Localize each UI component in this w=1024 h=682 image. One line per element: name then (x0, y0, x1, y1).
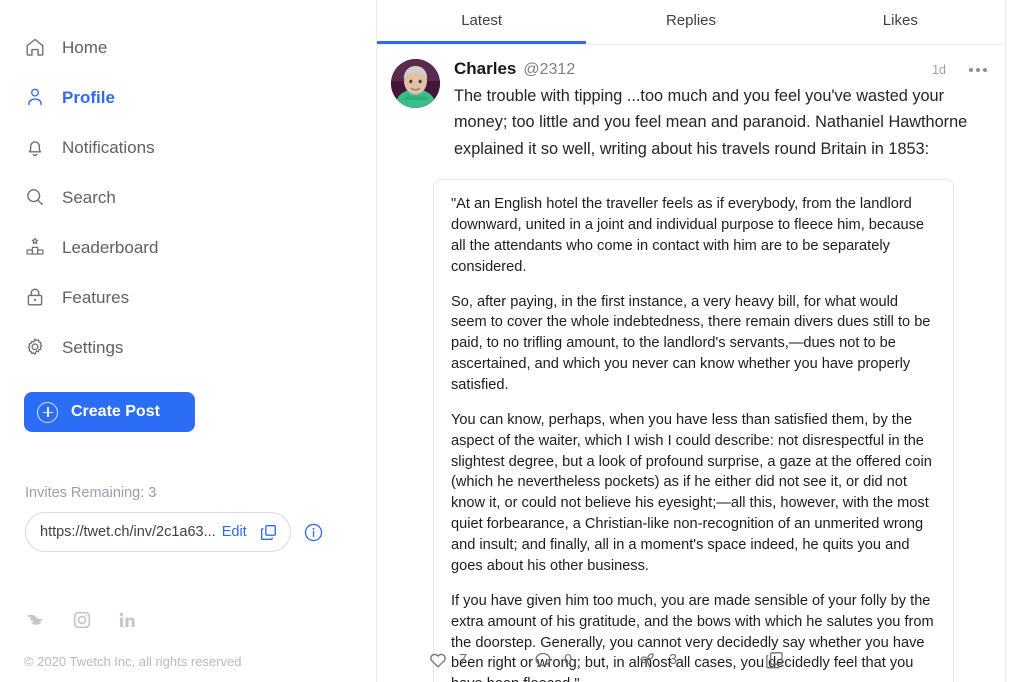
quote-paragraph: So, after paying, in the first instance,… (451, 293, 931, 394)
quote-paragraph: You can know, perhaps, when you have les… (451, 411, 932, 574)
author-handle[interactable]: @2312 (523, 61, 575, 79)
post-header: Charles @2312 1d The trouble with tippin… (391, 59, 987, 162)
sidebar-item-label: Home (62, 37, 108, 57)
bell-icon (24, 136, 46, 158)
create-post-button[interactable]: Create Post (24, 392, 195, 432)
sidebar-nav: Home Profile Notifications Search Leader… (0, 22, 376, 372)
post: Charles @2312 1d The trouble with tippin… (377, 45, 1005, 682)
tab-label: Replies (665, 11, 716, 29)
invite-link-url: https://twet.ch/inv/2c1a63... (40, 524, 216, 540)
invite-edit-button[interactable]: Edit (222, 524, 247, 540)
quote-paragraph: "At an English hotel the traveller feels… (451, 196, 924, 275)
feed-tabs: Latest Replies Likes (377, 0, 1005, 45)
invite-link-row: https://twet.ch/inv/2c1a63... Edit (25, 512, 324, 552)
linkedin-icon[interactable] (117, 610, 137, 630)
invites-remaining-label: Invites Remaining: 3 (25, 485, 157, 501)
author-name[interactable]: Charles (454, 59, 516, 79)
app-root: Home Profile Notifications Search Leader… (0, 0, 1024, 682)
sidebar-item-features[interactable]: Features (0, 272, 376, 322)
sidebar-item-notifications[interactable]: Notifications (0, 122, 376, 172)
user-icon (24, 86, 46, 108)
sidebar-item-label: Notifications (62, 137, 155, 157)
branch-count: 3 (669, 652, 678, 668)
sidebar-item-label: Profile (62, 87, 115, 107)
sidebar: Home Profile Notifications Search Leader… (0, 0, 377, 682)
tab-label: Latest (461, 11, 503, 29)
instagram-icon[interactable] (72, 610, 92, 630)
search-icon (24, 186, 46, 208)
sidebar-item-label: Leaderboard (62, 237, 159, 257)
post-timestamp: 1d (932, 63, 946, 77)
sidebar-item-label: Settings (62, 337, 124, 357)
podium-icon (24, 236, 46, 258)
sidebar-item-home[interactable]: Home (0, 22, 376, 72)
main-content: Latest Replies Likes Charles @2312 1d Th… (377, 0, 1024, 682)
sidebar-item-label: Features (62, 287, 130, 307)
like-button[interactable]: 7 (427, 650, 532, 670)
gear-icon (24, 336, 46, 358)
dot (976, 68, 980, 72)
sidebar-item-profile[interactable]: Profile (0, 72, 376, 122)
copy-icon (764, 650, 785, 671)
tab-label: Likes (882, 11, 918, 29)
post-actions: 7 0 3 (377, 638, 1006, 682)
comment-icon (532, 650, 553, 670)
post-text: The trouble with tipping ...too much and… (454, 87, 968, 158)
post-meta: 1d (932, 63, 987, 77)
social-links (25, 610, 137, 630)
comment-count: 0 (564, 652, 573, 668)
invite-link-field[interactable]: https://twet.ch/inv/2c1a63... Edit (25, 512, 291, 552)
tab-latest[interactable]: Latest (377, 0, 587, 44)
copyright-text: © 2020 Twetch Inc, all rights reserved (24, 654, 242, 669)
dot (969, 68, 973, 72)
create-post-label: Create Post (71, 403, 160, 420)
tab-likes[interactable]: Likes (796, 0, 1005, 44)
sidebar-item-leaderboard[interactable]: Leaderboard (0, 222, 376, 272)
post-body: Charles @2312 1d The trouble with tippin… (454, 59, 987, 162)
info-icon[interactable] (303, 522, 324, 543)
lock-icon (24, 286, 46, 308)
branch-button[interactable]: 3 (637, 650, 742, 671)
hawk-logo-icon[interactable] (25, 611, 47, 629)
sidebar-item-settings[interactable]: Settings (0, 322, 376, 372)
sidebar-item-label: Search (62, 187, 116, 207)
avatar[interactable] (391, 59, 440, 108)
like-count: 7 (459, 652, 468, 668)
comment-button[interactable]: 0 (532, 650, 637, 670)
tab-replies[interactable]: Replies (586, 0, 795, 44)
dot (983, 68, 987, 72)
plus-circle-icon (37, 401, 58, 423)
quoted-text-box: "At an English hotel the traveller feels… (433, 179, 954, 682)
heart-icon (427, 650, 448, 670)
branch-icon (637, 650, 658, 671)
copy-icon[interactable] (259, 523, 278, 542)
sidebar-item-search[interactable]: Search (0, 172, 376, 222)
feed-column: Latest Replies Likes Charles @2312 1d Th… (377, 0, 1006, 682)
home-icon (24, 36, 46, 58)
post-author-row: Charles @2312 1d (454, 59, 987, 79)
copy-post-button[interactable] (764, 650, 785, 671)
more-options-icon[interactable] (969, 68, 987, 72)
